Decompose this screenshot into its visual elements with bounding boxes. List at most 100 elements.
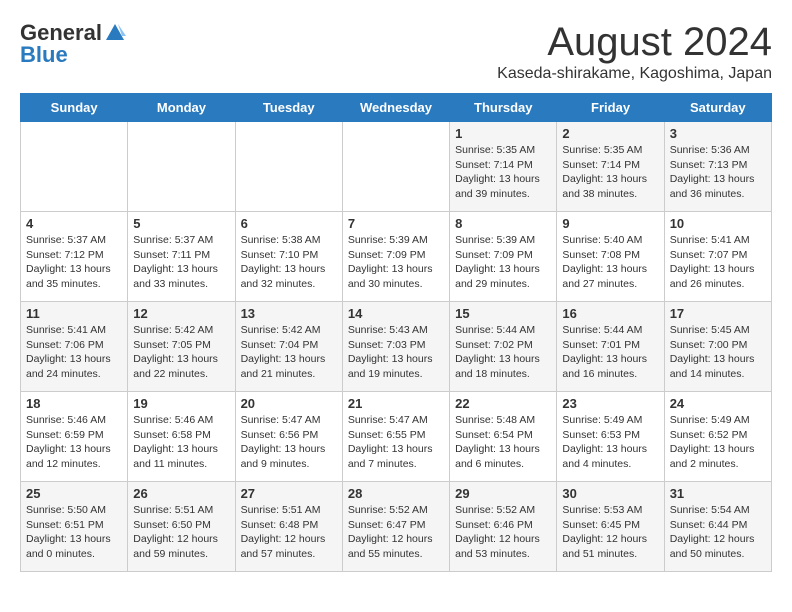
day-info-line: and 2 minutes.: [670, 458, 739, 470]
calendar-cell: 10Sunrise: 5:41 AMSunset: 7:07 PMDayligh…: [664, 212, 771, 302]
calendar-header-row: SundayMondayTuesdayWednesdayThursdayFrid…: [21, 94, 772, 122]
day-info-line: Sunrise: 5:46 AM: [26, 414, 106, 426]
day-info-line: Sunrise: 5:37 AM: [133, 234, 213, 246]
calendar-cell: 8 Sunrise: 5:39 AMSunset: 7:09 PMDaylight…: [450, 212, 557, 302]
column-header-sunday: Sunday: [21, 94, 128, 122]
day-content: Sunrise: 5:39 AMSunset: 7:09 PMDaylight:…: [455, 233, 551, 292]
calendar-cell: 20Sunrise: 5:47 AMSunset: 6:56 PMDayligh…: [235, 392, 342, 482]
day-info-line: Sunset: 6:46 PM: [455, 519, 533, 531]
day-info-line: Sunset: 6:48 PM: [241, 519, 319, 531]
day-number: 20: [241, 396, 337, 411]
day-info-line: Sunset: 6:47 PM: [348, 519, 426, 531]
day-info-line: Sunrise: 5:35 AM: [455, 144, 535, 156]
day-content: Sunrise: 5:52 AM Sunset: 6:46 PM Daylight:…: [455, 503, 551, 562]
day-content: Sunrise: 5:45 AMSunset: 7:00 PMDaylight:…: [670, 323, 766, 382]
day-info-line: Daylight: 13 hours: [562, 263, 647, 275]
day-info-line: Sunrise: 5:43 AM: [348, 324, 428, 336]
day-info-line: Sunrise: 5:35 AM: [562, 144, 642, 156]
logo: General Blue: [20, 20, 126, 68]
day-info-line: Sunset: 6:45 PM: [562, 519, 640, 531]
day-info-line: Sunrise: 5:49 AM: [670, 414, 750, 426]
day-info-line: Sunrise: 5:40 AM: [562, 234, 642, 246]
day-info-line: Sunset: 7:10 PM: [241, 249, 319, 261]
day-number: 23: [562, 396, 658, 411]
day-info-line: Sunrise: 5:54 AM: [670, 504, 750, 516]
day-info-line: and 59 minutes.: [133, 548, 208, 560]
day-content: Sunrise: 5:50 AMSunset: 6:51 PMDaylight:…: [26, 503, 122, 562]
day-content: Sunrise: 5:51 AMSunset: 6:48 PMDaylight:…: [241, 503, 337, 562]
day-info-line: Sunrise: 5:46 AM: [133, 414, 213, 426]
calendar-cell: 27Sunrise: 5:51 AMSunset: 6:48 PMDayligh…: [235, 482, 342, 572]
calendar-cell: [21, 122, 128, 212]
day-number: 21: [348, 396, 444, 411]
calendar-cell: 4Sunrise: 5:37 AMSunset: 7:12 PMDaylight…: [21, 212, 128, 302]
day-number: 12: [133, 306, 229, 321]
day-info-line: and 12 minutes.: [26, 458, 101, 470]
day-info-line: Sunrise: 5:53 AM: [562, 504, 642, 516]
calendar-cell: 12 Sunrise: 5:42 AMSunset: 7:05 PMDayligh…: [128, 302, 235, 392]
calendar-cell: 13Sunrise: 5:42 AMSunset: 7:04 PMDayligh…: [235, 302, 342, 392]
day-info-line: and 6 minutes.: [455, 458, 524, 470]
day-info-line: Daylight: 13 hours: [455, 173, 540, 185]
day-info-line: Sunset: 7:04 PM: [241, 339, 319, 351]
day-info-line: Daylight: 13 hours: [670, 353, 755, 365]
day-number: 6: [241, 216, 337, 231]
day-number: 8: [455, 216, 551, 231]
calendar-cell: [128, 122, 235, 212]
calendar-week-row: 18Sunrise: 5:46 AMSunset: 6:59 PMDayligh…: [21, 392, 772, 482]
day-number: 9: [562, 216, 658, 231]
day-number: 24: [670, 396, 766, 411]
day-info-line: and 57 minutes.: [241, 548, 316, 560]
day-content: Sunrise: 5:54 AMSunset: 6:44 PMDaylight:…: [670, 503, 766, 562]
day-info-line: Sunset: 7:02 PM: [455, 339, 533, 351]
day-info-line: and 19 minutes.: [348, 368, 423, 380]
day-info-line: Sunset: 7:09 PM: [348, 249, 426, 261]
day-content: Sunrise: 5:42 AMSunset: 7:04 PMDaylight:…: [241, 323, 337, 382]
day-number: 1: [455, 126, 551, 141]
day-content: Sunrise: 5:46 AMSunset: 6:59 PMDaylight:…: [26, 413, 122, 472]
day-content: Sunrise: 5:49 AMSunset: 6:53 PMDaylight:…: [562, 413, 658, 472]
calendar-cell: 29 Sunrise: 5:52 AM Sunset: 6:46 PM Dayligh…: [450, 482, 557, 572]
calendar-cell: 31Sunrise: 5:54 AMSunset: 6:44 PMDayligh…: [664, 482, 771, 572]
day-info-line: and 24 minutes.: [26, 368, 101, 380]
calendar-week-row: 25Sunrise: 5:50 AMSunset: 6:51 PMDayligh…: [21, 482, 772, 572]
day-content: Sunrise: 5:35 AMSunset: 7:14 PMDaylight:…: [562, 143, 658, 202]
calendar-cell: 2Sunrise: 5:35 AMSunset: 7:14 PMDaylight…: [557, 122, 664, 212]
day-content: Sunrise: 5:42 AMSunset: 7:05 PMDaylight:…: [133, 323, 229, 382]
day-info-line: Daylight: 13 hours: [670, 443, 755, 455]
day-content: Sunrise: 5:47 AMSunset: 6:55 PMDaylight:…: [348, 413, 444, 472]
day-number: 10: [670, 216, 766, 231]
day-number: 14: [348, 306, 444, 321]
day-info-line: and 22 minutes.: [133, 368, 208, 380]
day-content: Sunrise: 5:39 AMSunset: 7:09 PMDaylight:…: [348, 233, 444, 292]
day-info-line: Sunrise: 5:38 AM: [241, 234, 321, 246]
day-info-line: Daylight: 13 hours: [26, 443, 111, 455]
calendar-cell: 19Sunrise: 5:46 AMSunset: 6:58 PMDayligh…: [128, 392, 235, 482]
calendar-week-row: 1 Sunrise: 5:35 AMSunset: 7:14 PMDaylight…: [21, 122, 772, 212]
day-info-line: and 38 minutes.: [562, 188, 637, 200]
calendar-cell: 26Sunrise: 5:51 AMSunset: 6:50 PMDayligh…: [128, 482, 235, 572]
day-info-line: and 35 minutes.: [26, 278, 101, 290]
day-number: 19: [133, 396, 229, 411]
day-info-line: Daylight: 12 hours: [455, 533, 540, 545]
page-header: General Blue August 2024 Kaseda-shirakam…: [20, 20, 772, 83]
calendar-cell: 6Sunrise: 5:38 AMSunset: 7:10 PMDaylight…: [235, 212, 342, 302]
day-info-line: Sunrise: 5:39 AM: [455, 234, 535, 246]
day-content: Sunrise: 5:37 AMSunset: 7:11 PMDaylight:…: [133, 233, 229, 292]
day-content: Sunrise: 5:48 AMSunset: 6:54 PMDaylight:…: [455, 413, 551, 472]
calendar-table: SundayMondayTuesdayWednesdayThursdayFrid…: [20, 93, 772, 572]
day-info-line: Sunset: 7:12 PM: [26, 249, 104, 261]
day-number: 16: [562, 306, 658, 321]
day-info-line: and 4 minutes.: [562, 458, 631, 470]
column-header-wednesday: Wednesday: [342, 94, 449, 122]
day-info-line: Sunrise: 5:47 AM: [348, 414, 428, 426]
day-info-line: Sunrise: 5:41 AM: [670, 234, 750, 246]
day-info-line: Sunset: 6:56 PM: [241, 429, 319, 441]
day-number: 11: [26, 306, 122, 321]
calendar-cell: [342, 122, 449, 212]
day-number: 29: [455, 486, 551, 501]
calendar-cell: 7Sunrise: 5:39 AMSunset: 7:09 PMDaylight…: [342, 212, 449, 302]
day-info-line: Sunrise: 5:52 AM: [455, 504, 535, 516]
day-info-line: Sunrise: 5:36 AM: [670, 144, 750, 156]
day-info-line: Daylight: 13 hours: [670, 173, 755, 185]
